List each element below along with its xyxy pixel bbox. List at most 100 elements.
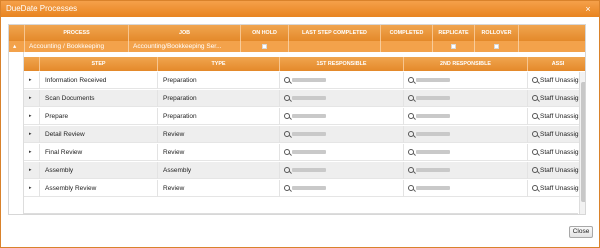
close-button[interactable]: Close — [569, 226, 593, 238]
step-row[interactable]: ▸ Assembly Review Review Staff Unassigne — [24, 180, 585, 197]
steps-grid: STEP TYPE 1ST RESPONSIBLE 2ND RESPONSIBL… — [23, 52, 585, 214]
rollover-checkbox[interactable] — [494, 43, 499, 49]
vertical-scroll-thumb[interactable] — [581, 82, 585, 202]
on-hold-checkbox[interactable] — [262, 43, 267, 49]
first-responsible-cell — [280, 144, 404, 161]
step-name: Assembly Review — [40, 180, 158, 197]
header-process[interactable]: PROCESS — [25, 25, 129, 41]
assigned-cell: Staff Unassigne — [528, 144, 585, 161]
zoom-in-icon[interactable] — [408, 77, 414, 84]
zoom-in-icon[interactable] — [408, 167, 414, 174]
row-expand-icon[interactable]: ▸ — [24, 108, 40, 125]
first-responsible-cell — [280, 72, 404, 89]
assigned-cell: Staff Unassigne — [528, 90, 585, 107]
zoom-in-icon[interactable] — [532, 149, 538, 156]
vertical-scrollbar[interactable] — [579, 72, 585, 214]
header-rollover[interactable]: ROLLOVER — [475, 25, 519, 41]
horizontal-scrollbar[interactable]: ◂ ▸ — [23, 213, 578, 215]
zoom-in-icon[interactable] — [408, 95, 414, 102]
assigned-cell: Staff Unassigne — [528, 180, 585, 197]
zoom-in-icon[interactable] — [532, 167, 538, 174]
step-row[interactable]: ▸ Final Review Review Staff Unassigne — [24, 144, 585, 161]
header-last-step-completed[interactable]: LAST STEP COMPLETED — [289, 25, 381, 41]
zoom-in-icon[interactable] — [408, 131, 414, 138]
zoom-in-icon[interactable] — [532, 185, 538, 192]
zoom-in-icon[interactable] — [284, 95, 290, 102]
header-assigned[interactable]: ASSI — [528, 57, 585, 71]
header-2nd-responsible[interactable]: 2ND RESPONSIBLE — [404, 57, 528, 71]
redacted-name — [416, 114, 450, 119]
close-icon[interactable]: × — [582, 1, 594, 17]
redacted-name — [416, 150, 450, 155]
duedate-processes-window: DueDate Processes × PROCESS JOB ON HOLD … — [0, 0, 600, 248]
redacted-name — [416, 78, 450, 83]
second-responsible-cell — [404, 162, 528, 179]
zoom-in-icon[interactable] — [284, 113, 290, 120]
zoom-in-icon[interactable] — [532, 95, 538, 102]
step-row[interactable]: ▸ Scan Documents Preparation Staff Unassign… — [24, 90, 585, 107]
step-row[interactable]: ▸ Detail Review Review Staff Unassigne — [24, 126, 585, 143]
redacted-name — [292, 96, 326, 101]
row-expand-icon[interactable]: ▸ — [24, 144, 40, 161]
step-name: Final Review — [40, 144, 158, 161]
row-expand-icon[interactable]: ▸ — [24, 90, 40, 107]
header-replicate[interactable]: REPLICATE — [433, 25, 475, 41]
header-type[interactable]: TYPE — [158, 57, 280, 71]
zoom-in-icon[interactable] — [284, 131, 290, 138]
zoom-in-icon[interactable] — [408, 113, 414, 120]
rollover-cell — [475, 41, 519, 52]
row-expand-icon[interactable]: ▸ — [24, 162, 40, 179]
second-responsible-cell — [404, 144, 528, 161]
second-responsible-cell — [404, 180, 528, 197]
replicate-checkbox[interactable] — [451, 43, 456, 49]
step-name: Prepare — [40, 108, 158, 125]
redacted-name — [416, 132, 450, 137]
first-responsible-cell — [280, 90, 404, 107]
step-name: Information Received — [40, 72, 158, 89]
second-responsible-cell — [404, 90, 528, 107]
step-row[interactable]: ▸ Information Received Preparation Staff Un… — [24, 72, 585, 89]
first-responsible-cell — [280, 180, 404, 197]
row-collapse-icon[interactable]: ▴ — [9, 41, 25, 52]
zoom-in-icon[interactable] — [532, 131, 538, 138]
row-expand-icon[interactable]: ▸ — [24, 126, 40, 143]
assigned-cell: Staff Unassigne — [528, 162, 585, 179]
completed-cell — [381, 41, 433, 52]
zoom-in-icon[interactable] — [284, 167, 290, 174]
step-type: Preparation — [158, 108, 280, 125]
zoom-in-icon[interactable] — [284, 149, 290, 156]
step-row[interactable]: ▸ Prepare Preparation Staff Unassigne — [24, 108, 585, 125]
zoom-in-icon[interactable] — [532, 113, 538, 120]
zoom-in-icon[interactable] — [408, 149, 414, 156]
header-expand-column — [9, 25, 25, 41]
step-type: Preparation — [158, 90, 280, 107]
step-name: Assembly — [40, 162, 158, 179]
process-row[interactable]: ▴ Accounting / Bookkeeping Accounting/Bo… — [9, 41, 585, 52]
redacted-name — [292, 150, 326, 155]
zoom-in-icon[interactable] — [284, 77, 290, 84]
zoom-in-icon[interactable] — [408, 185, 414, 192]
header-job[interactable]: JOB — [129, 25, 241, 41]
redacted-name — [416, 186, 450, 191]
scroll-left-icon[interactable]: ◂ — [23, 214, 31, 215]
zoom-in-icon[interactable] — [284, 185, 290, 192]
last-step-completed-cell — [289, 41, 381, 52]
row-expand-icon[interactable]: ▸ — [24, 180, 40, 197]
scroll-right-icon[interactable]: ▸ — [570, 214, 578, 215]
steps-header-expand — [24, 57, 40, 71]
step-row[interactable]: ▸ Assembly Assembly Staff Unassigne — [24, 162, 585, 179]
step-name: Scan Documents — [40, 90, 158, 107]
header-on-hold[interactable]: ON HOLD — [241, 25, 289, 41]
redacted-name — [292, 114, 326, 119]
redacted-name — [416, 96, 450, 101]
redacted-name — [416, 168, 450, 173]
processes-grid: PROCESS JOB ON HOLD LAST STEP COMPLETED … — [8, 24, 586, 215]
row-expand-icon[interactable]: ▸ — [24, 72, 40, 89]
redacted-name — [292, 168, 326, 173]
assigned-cell: Staff Unassigne — [528, 126, 585, 143]
window-titlebar[interactable]: DueDate Processes × — [1, 1, 599, 17]
zoom-in-icon[interactable] — [532, 77, 538, 84]
header-step[interactable]: STEP — [40, 57, 158, 71]
header-completed[interactable]: COMPLETED — [381, 25, 433, 41]
header-1st-responsible[interactable]: 1ST RESPONSIBLE — [280, 57, 404, 71]
